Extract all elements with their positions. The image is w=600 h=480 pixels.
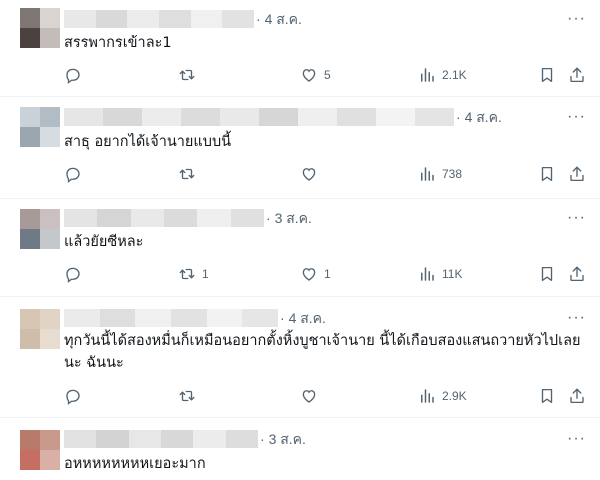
reply-icon	[66, 267, 80, 283]
bookmark-button[interactable]	[538, 385, 556, 407]
blurred-username[interactable]	[64, 430, 258, 448]
action-bar: 1 1 11K	[60, 263, 588, 285]
views-button[interactable]: 2.9K	[418, 385, 467, 407]
post-text: ทุกวันนี้ได้สองหมื่นก็เหมือนอยากตั้งหิ้ง…	[64, 330, 584, 374]
share-button[interactable]	[568, 64, 586, 86]
repost-button[interactable]	[178, 385, 202, 407]
post[interactable]: · 4 ส.ค. ··· สาธุ อยากได้เจ้านายแบบนี้ 7…	[0, 97, 600, 199]
views-chart-icon	[421, 68, 434, 82]
repost-button[interactable]	[178, 163, 202, 185]
post[interactable]: · 3 ส.ค. ··· แล้วยัยซีหละ 1 1 11K	[0, 199, 600, 297]
avatar[interactable]	[20, 107, 60, 147]
more-options-icon[interactable]: ···	[567, 108, 586, 126]
post-time[interactable]: · 3 ส.ค.	[260, 430, 306, 448]
share-icon	[570, 388, 584, 404]
post-time[interactable]: · 4 ส.ค.	[456, 108, 502, 126]
blurred-username[interactable]	[64, 209, 264, 227]
post-text: แล้วยัยซีหละ	[64, 234, 144, 250]
action-bar: 2.9K	[60, 385, 588, 407]
post-text-line: ทุกวันนี้ได้สองหมื่นก็เหมือนอยากตั้งหิ้ง…	[64, 333, 581, 349]
views-chart-icon	[421, 389, 434, 403]
post-text: สาธุ อยากได้เจ้านายแบบนี้	[64, 134, 232, 150]
share-icon	[570, 67, 584, 83]
post-text-line: นะ ฉันนะ	[64, 355, 124, 371]
avatar[interactable]	[20, 430, 60, 470]
reply-icon	[66, 167, 80, 183]
views-chart-icon	[421, 167, 434, 181]
repost-icon	[179, 268, 195, 280]
share-button[interactable]	[568, 263, 586, 285]
action-bar: 5 2.1K	[60, 64, 588, 86]
avatar[interactable]	[20, 8, 60, 48]
heart-icon	[302, 268, 316, 281]
share-icon	[570, 166, 584, 182]
repost-icon	[179, 390, 195, 402]
reply-button[interactable]	[64, 163, 88, 185]
repost-button[interactable]: 1	[178, 263, 209, 285]
bookmark-icon	[541, 388, 553, 404]
bookmark-button[interactable]	[538, 64, 556, 86]
post-time[interactable]: · 4 ส.ค.	[256, 10, 302, 28]
avatar[interactable]	[20, 209, 60, 249]
reply-icon	[66, 389, 80, 405]
like-button[interactable]: 5	[300, 64, 331, 86]
heart-icon	[302, 168, 316, 181]
post-text: สรรพากรเข้าละ1	[64, 35, 172, 51]
post[interactable]: · 4 ส.ค. ··· ทุกวันนี้ได้สองหมื่นก็เหมือ…	[0, 297, 600, 418]
bookmark-icon	[541, 166, 553, 182]
blurred-username[interactable]	[64, 108, 454, 126]
post-time[interactable]: · 4 ส.ค.	[280, 309, 326, 327]
reply-icon	[66, 68, 80, 84]
more-options-icon[interactable]: ···	[567, 10, 586, 28]
repost-icon	[179, 69, 195, 81]
blurred-username[interactable]	[64, 10, 255, 28]
heart-icon	[302, 69, 316, 82]
views-button[interactable]: 11K	[418, 263, 462, 285]
repost-button[interactable]	[178, 64, 202, 86]
action-bar: 738	[60, 163, 588, 185]
reply-button[interactable]	[64, 385, 88, 407]
views-button[interactable]: 2.1K	[418, 64, 467, 86]
reply-button[interactable]	[64, 263, 88, 285]
share-icon	[570, 266, 584, 282]
blurred-username[interactable]	[64, 309, 279, 327]
post[interactable]: · 4 ส.ค. ··· สรรพากรเข้าละ1 5 2.1K	[0, 0, 600, 97]
avatar[interactable]	[20, 309, 60, 349]
repost-icon	[179, 168, 195, 180]
post[interactable]: · 3 ส.ค. ··· อหหหหหหหหเยอะมาก	[0, 418, 600, 480]
bookmark-button[interactable]	[538, 163, 556, 185]
views-button[interactable]: 738	[418, 163, 462, 185]
like-button[interactable]	[300, 163, 324, 185]
more-options-icon[interactable]: ···	[567, 309, 586, 327]
bookmark-button[interactable]	[538, 263, 556, 285]
bookmark-icon	[541, 67, 553, 83]
reply-button[interactable]	[64, 64, 88, 86]
like-button[interactable]	[300, 385, 324, 407]
heart-icon	[302, 390, 316, 403]
share-button[interactable]	[568, 163, 586, 185]
like-button[interactable]: 1	[300, 263, 331, 285]
post-time[interactable]: · 3 ส.ค.	[266, 209, 312, 227]
bookmark-icon	[541, 266, 553, 282]
more-options-icon[interactable]: ···	[567, 430, 586, 448]
share-button[interactable]	[568, 385, 586, 407]
views-chart-icon	[421, 267, 434, 281]
more-options-icon[interactable]: ···	[567, 209, 586, 227]
post-text: อหหหหหหหหเยอะมาก	[64, 456, 206, 472]
